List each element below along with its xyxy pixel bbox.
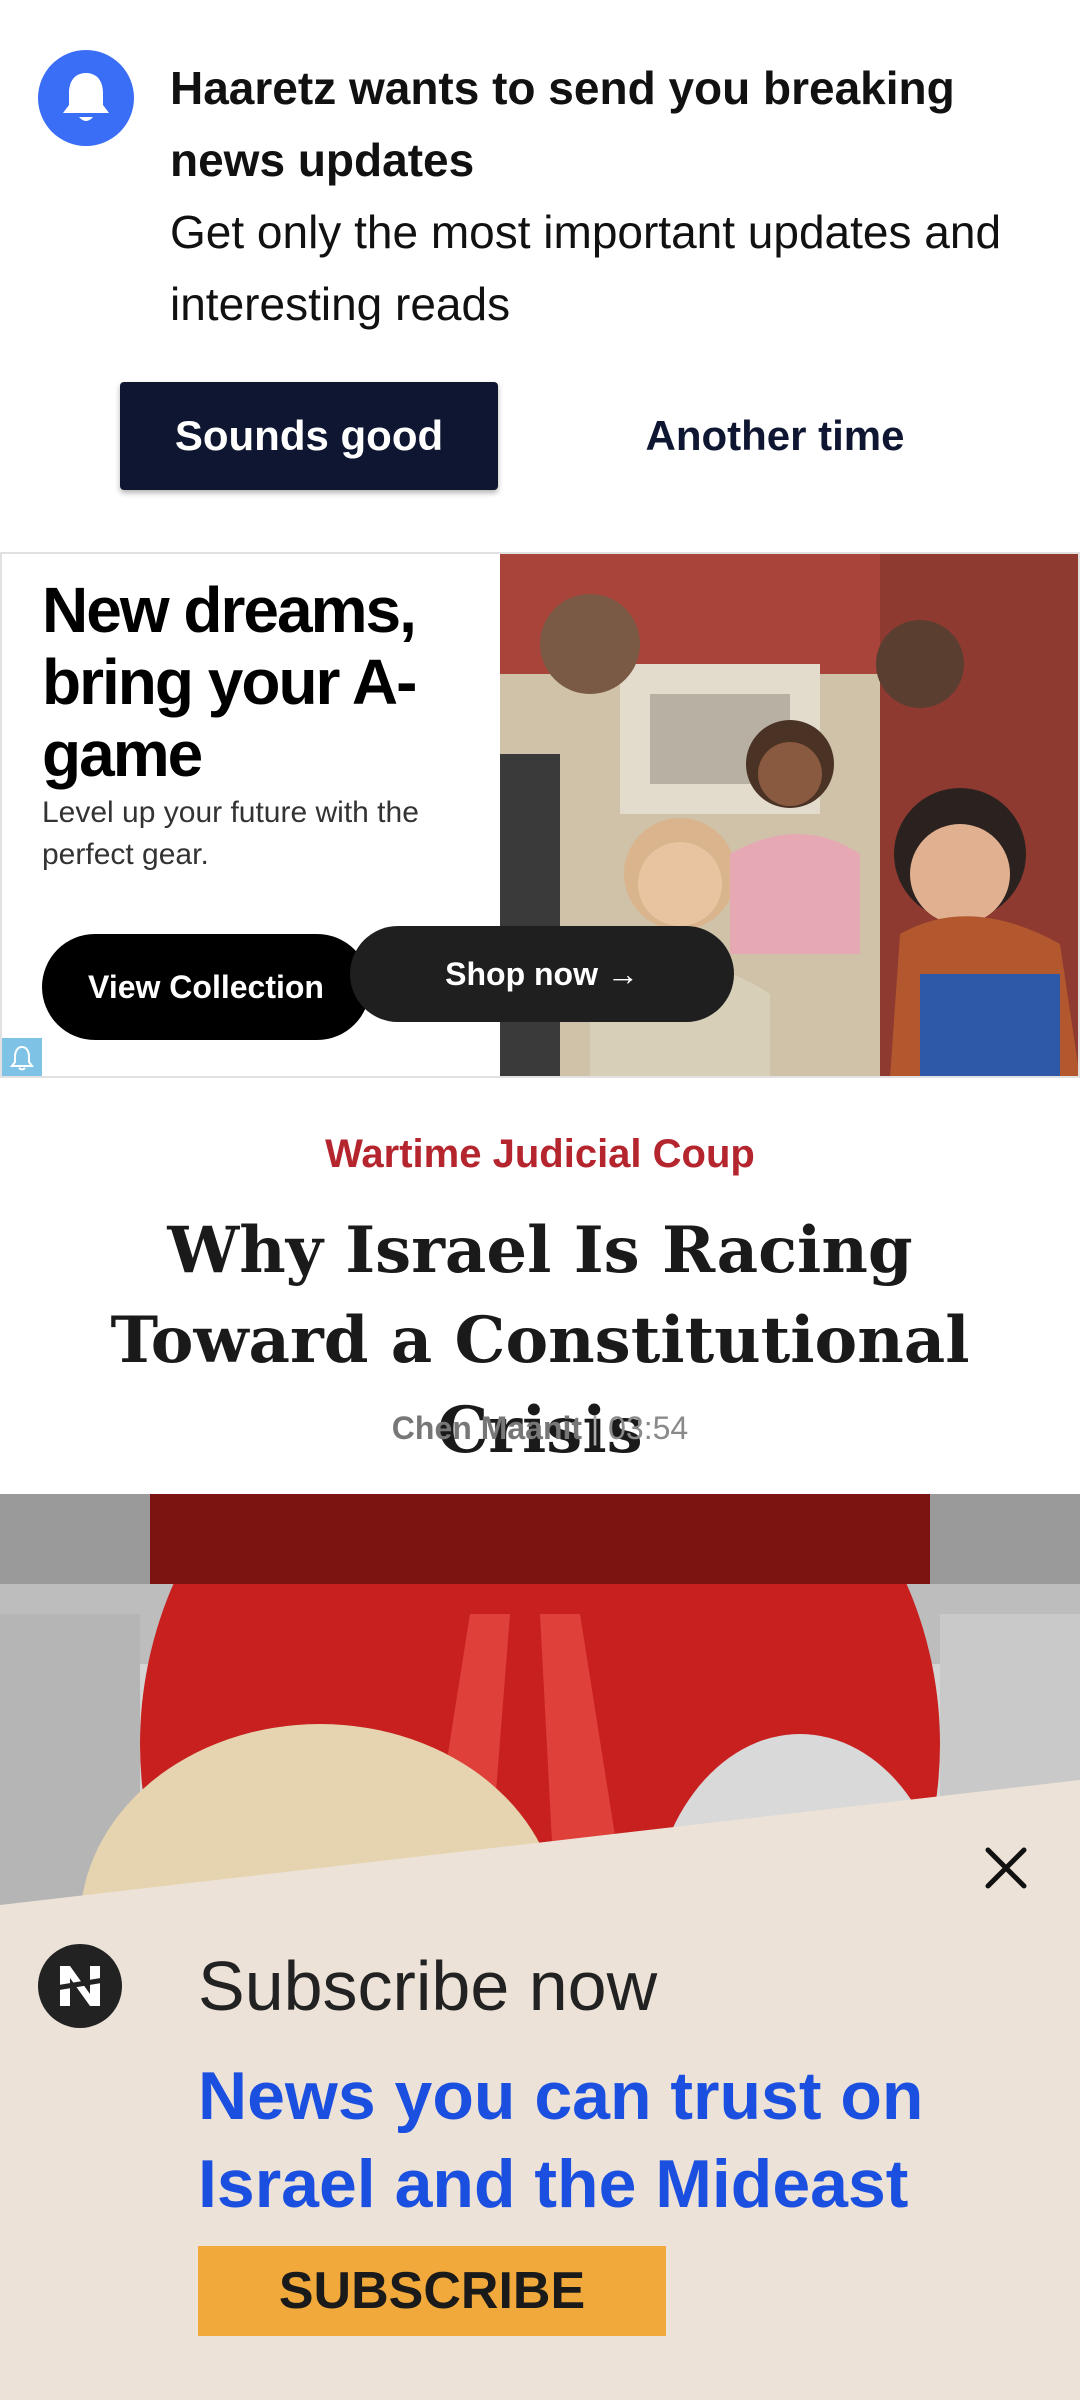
view-collection-button[interactable]: View Collection (42, 934, 370, 1040)
subscribe-tagline: News you can trust on Israel and the Mid… (198, 2058, 924, 2222)
ad-headline: New dreams, bring your A-game (42, 574, 417, 790)
shop-now-button[interactable]: Shop now → (350, 926, 734, 1022)
notification-title: Haaretz wants to send you breaking news … (170, 62, 955, 186)
bell-icon (38, 50, 134, 146)
notification-prompt: Haaretz wants to send you breaking news … (0, 0, 1080, 552)
article-kicker[interactable]: Wartime Judicial Coup (0, 1132, 1080, 1177)
sounds-good-button[interactable]: Sounds good (120, 382, 498, 490)
byline-separator: | (590, 1410, 600, 1446)
article-author[interactable]: Chen Maanit (392, 1410, 582, 1446)
ad-body-text: Level up your future with the perfect ge… (42, 796, 419, 871)
another-time-button[interactable]: Another time (580, 382, 970, 490)
subscribe-button[interactable]: SUBSCRIBE (198, 2246, 666, 2336)
ad-info-icon[interactable] (2, 1038, 42, 1076)
article-time: 03:54 (608, 1410, 689, 1446)
haaretz-logo-icon (38, 1944, 122, 2028)
subscribe-title: Subscribe now (198, 1947, 658, 2025)
close-icon[interactable] (976, 1838, 1036, 1898)
notification-subtitle: Get only the most important updates and … (170, 206, 1002, 330)
article-byline: Chen Maanit | 03:54 (0, 1410, 1080, 1447)
advertisement[interactable]: New dreams, bring your A-game Level up y… (0, 552, 1080, 1078)
